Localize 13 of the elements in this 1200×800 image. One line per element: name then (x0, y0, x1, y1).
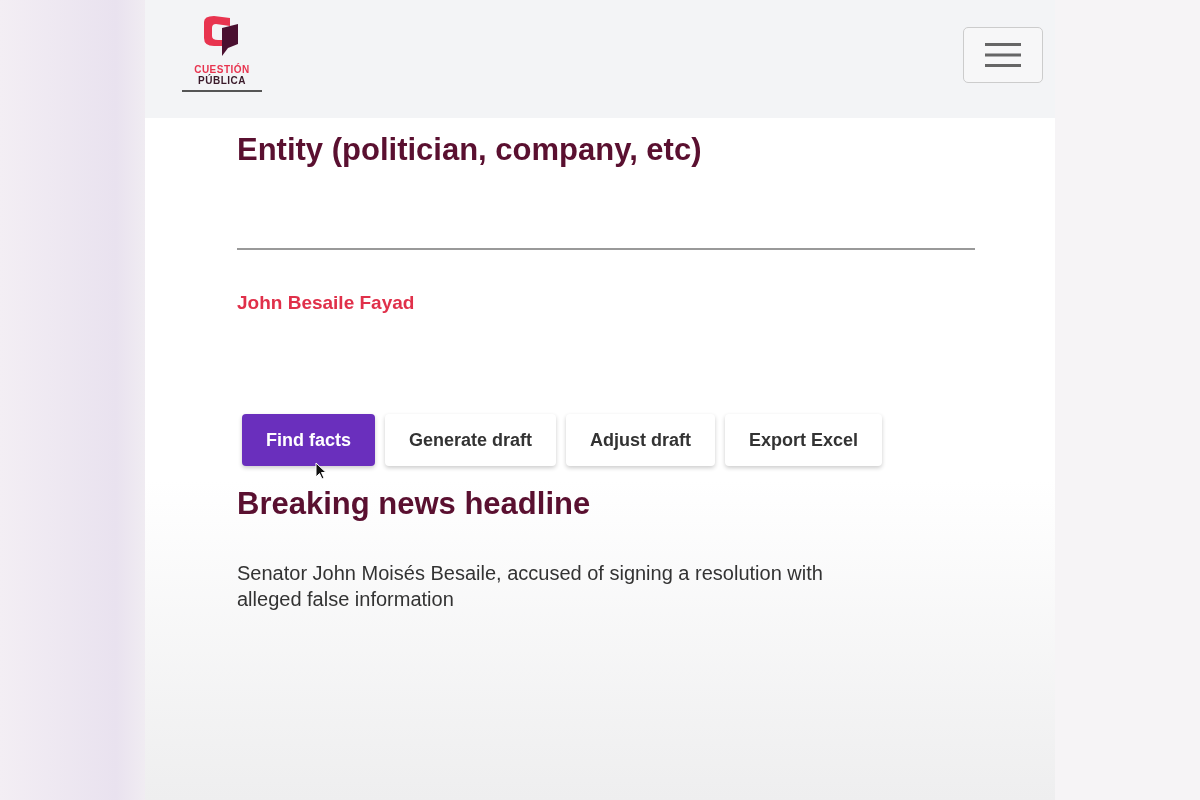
action-button[interactable]: Export Excel (725, 414, 883, 466)
action-button[interactable]: Adjust draft (566, 414, 716, 466)
field-label: Entity (politician, company, etc) (237, 132, 703, 168)
logo-text: CUESTIÓN (194, 64, 250, 75)
entity-name: John Besaile Fayad (237, 292, 416, 314)
logo-text: PÚBLICA (198, 75, 246, 86)
headline-text: Senator John Moisés Besaile, accused of signing a resolution with alleged false information (237, 561, 824, 612)
action-button[interactable]: Generate draft (385, 414, 557, 466)
section-heading: Breaking news headline (237, 486, 592, 522)
cursor-icon (315, 462, 327, 480)
menu-icon (985, 42, 1021, 68)
menu-button[interactable] (963, 27, 1043, 83)
action-button[interactable]: Find facts (242, 414, 375, 466)
